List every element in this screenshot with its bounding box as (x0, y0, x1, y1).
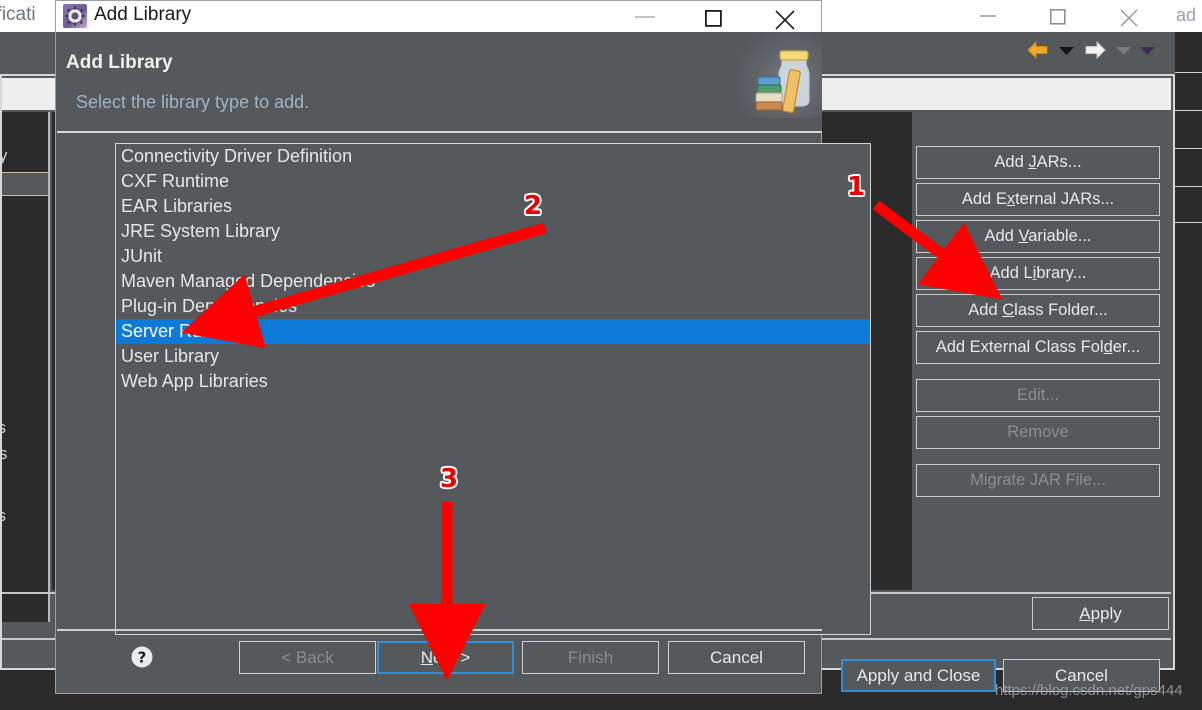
watermark-text: https://blog.csdn.net/gps444 (995, 682, 1183, 699)
dialog-maximize-button[interactable] (688, 1, 744, 32)
list-item[interactable]: User Library (116, 344, 870, 369)
background-button-column: Add JARs... Add External JARs... Add Var… (916, 146, 1160, 501)
background-tree-panel[interactable]: embly es ngs es ❯ (2, 112, 50, 622)
list-item[interactable]: EAR Libraries (116, 194, 870, 219)
list-item[interactable]: JRE System Library (116, 219, 870, 244)
remove-button: Remove (916, 416, 1160, 449)
list-item[interactable]: CXF Runtime (116, 169, 870, 194)
svg-text:?: ? (138, 649, 147, 667)
migrate-jar-file-button: Migrate JAR File... (916, 464, 1160, 497)
add-jars-button[interactable]: Add JARs... (916, 146, 1160, 179)
tree-fragment-0[interactable]: embly (2, 146, 7, 166)
add-library-button[interactable]: Add Library... (916, 257, 1160, 290)
dialog-footer-separator (57, 629, 822, 631)
background-minimize-button[interactable] (965, 0, 1011, 32)
list-item[interactable]: Connectivity Driver Definition (116, 144, 870, 169)
screenshot-root: rificati ad (0, 0, 1202, 710)
dialog-cancel-button[interactable]: Cancel (668, 641, 805, 674)
annotation-marker-1: 1 (847, 172, 866, 202)
apply-and-close-button[interactable]: Apply and Close (841, 659, 996, 692)
tree-selected-row[interactable] (2, 172, 48, 196)
list-item[interactable]: Plug-in Dependencies (116, 294, 870, 319)
edit-button: Edit... (916, 379, 1160, 412)
add-library-dialog: Add Library Add Library Select the libra… (55, 0, 871, 694)
background-close-button[interactable] (1105, 0, 1151, 32)
background-right-rail (1175, 32, 1202, 710)
background-maximize-button[interactable] (1035, 0, 1081, 32)
books-jar-icon (736, 32, 822, 118)
dialog-minimize-button[interactable] (618, 1, 674, 32)
list-item[interactable]: JUnit (116, 244, 870, 269)
back-button: < Back (239, 641, 376, 674)
dialog-title: Add Library (94, 4, 192, 25)
dialog-header-subtitle: Select the library type to add. (76, 92, 310, 112)
dialog-header: Add Library Select the library type to a… (57, 32, 822, 133)
tree-fragment-1[interactable]: es (2, 418, 6, 438)
arrow-left-icon[interactable] (1026, 40, 1050, 64)
list-item[interactable]: Web App Libraries (116, 369, 870, 394)
annotation-marker-2: 2 (524, 191, 543, 221)
arrow-right-icon[interactable] (1083, 40, 1107, 64)
chevron-down-icon-menu[interactable] (1140, 44, 1155, 60)
chevron-down-icon-back[interactable] (1059, 44, 1074, 60)
background-window-title: rificati (0, 4, 36, 25)
chevron-down-icon-forward (1116, 44, 1131, 60)
gear-icon (63, 4, 87, 28)
dialog-close-button[interactable] (758, 1, 814, 32)
help-icon[interactable]: ? (130, 645, 154, 669)
dialog-titlebar[interactable]: Add Library (56, 1, 821, 32)
annotation-marker-3: 3 (440, 464, 459, 494)
dialog-header-title: Add Library (66, 52, 173, 73)
add-external-class-folder-button[interactable]: Add External Class Folder... (916, 331, 1160, 364)
finish-button: Finish (522, 641, 659, 674)
list-item[interactable]: Maven Managed Dependencies (116, 269, 870, 294)
add-variable-button[interactable]: Add Variable... (916, 220, 1160, 253)
navigation-icon-group (1026, 40, 1155, 64)
background-window-title-right: ad (1175, 5, 1196, 25)
list-item-selected[interactable]: Server Runtime (116, 319, 870, 344)
tree-fragment-3[interactable]: es (2, 506, 6, 526)
tree-fragment-2[interactable]: ngs (2, 444, 7, 464)
background-apply-button[interactable]: Apply (1032, 597, 1169, 630)
add-class-folder-button[interactable]: Add Class Folder... (916, 294, 1160, 327)
add-external-jars-button[interactable]: Add External JARs... (916, 183, 1160, 216)
library-type-list[interactable]: Connectivity Driver Definition CXF Runti… (115, 143, 871, 635)
next-button[interactable]: Next > (377, 641, 514, 674)
